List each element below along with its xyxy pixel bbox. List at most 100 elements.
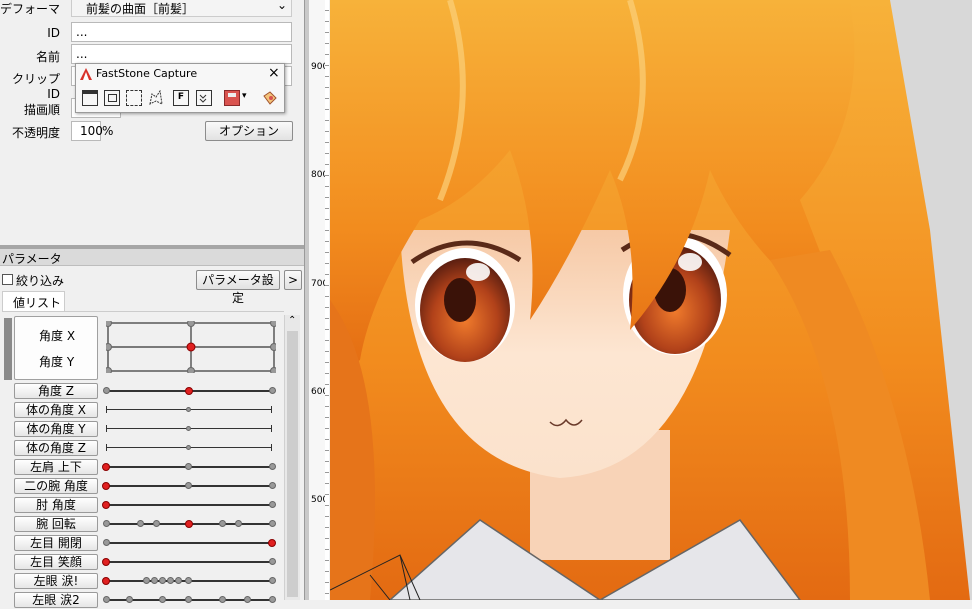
param-row-left-eye-tear1[interactable]: 左眼 涙! — [14, 572, 297, 590]
param-label[interactable]: 左眼 涙2 — [14, 592, 98, 608]
close-icon[interactable]: × — [268, 65, 280, 81]
faststone-title: FastStone Capture — [96, 67, 198, 80]
chevron-down-icon: ⌄ — [276, 0, 287, 12]
capture-region-icon[interactable] — [126, 90, 142, 106]
option-button[interactable]: オプション — [205, 121, 293, 141]
opacity-unit: % — [102, 124, 114, 138]
param-label[interactable]: 左眼 涙! — [14, 573, 98, 589]
active-key-dot[interactable] — [102, 558, 110, 566]
angle-xy-box: 角度 X 角度 Y — [14, 316, 98, 380]
param-label[interactable]: 角度 Z — [14, 383, 98, 399]
param-label[interactable]: 体の角度 X — [14, 402, 98, 418]
active-key-dot[interactable] — [102, 463, 110, 471]
key-dot[interactable] — [269, 577, 276, 584]
param-row-left-eye-tear2[interactable]: 左眼 涙2 — [14, 591, 297, 609]
param-row-body-angle-y[interactable]: 体の角度 Y — [14, 420, 297, 438]
key-dot[interactable] — [269, 520, 276, 527]
key-dot[interactable] — [103, 520, 110, 527]
param-row-upper-arm[interactable]: 二の腕 角度 — [14, 477, 297, 495]
deformer-label: デフォーマ — [0, 2, 61, 16]
character-illustration — [330, 0, 972, 600]
deformer-select[interactable]: 前髪の曲面［前髪］ ⌄ — [71, 0, 292, 17]
param-label[interactable]: 体の角度 Z — [14, 440, 98, 456]
id-field[interactable]: ... — [71, 22, 292, 42]
capture-freehand-icon[interactable] — [148, 89, 164, 106]
active-key-dot[interactable] — [102, 482, 110, 490]
key-dot[interactable] — [175, 577, 182, 584]
clip-id-label: クリップID — [11, 72, 60, 101]
key-dot[interactable] — [185, 482, 192, 489]
chevron-down-icon[interactable]: ▾ — [242, 91, 247, 101]
key-dot[interactable] — [186, 445, 191, 450]
key-dot[interactable] — [269, 501, 276, 508]
param-row-left-eye-open[interactable]: 左目 開閉 — [14, 534, 297, 552]
opacity-field[interactable]: 100 — [71, 121, 103, 141]
capture-scrolling-icon[interactable] — [196, 90, 212, 106]
name-field[interactable]: ... — [71, 44, 292, 64]
key-dot[interactable] — [185, 463, 192, 470]
param-label[interactable]: 左目 笑顔 — [14, 554, 98, 570]
param-label[interactable]: 左目 開閉 — [14, 535, 98, 551]
tab-value-list[interactable]: 値リスト — [2, 291, 65, 311]
capture-fullscreen-icon[interactable]: F — [173, 90, 189, 106]
key-dot[interactable] — [235, 520, 242, 527]
parameter-panel-header: パラメータ — [0, 249, 304, 266]
param-label[interactable]: 肘 角度 — [14, 497, 98, 513]
angle-y-label: 角度 Y — [39, 355, 75, 369]
key-dot[interactable] — [269, 558, 276, 565]
scroll-up-icon[interactable]: ⌃ — [288, 315, 296, 326]
param-row-body-angle-z[interactable]: 体の角度 Z — [14, 439, 297, 457]
key-dot[interactable] — [137, 520, 144, 527]
deformer-value: 前髪の曲面［前髪］ — [86, 2, 195, 16]
angle-xy-grid[interactable] — [106, 321, 276, 373]
capture-object-icon[interactable] — [104, 90, 120, 106]
scroll-thumb[interactable] — [287, 331, 298, 597]
key-dot[interactable] — [185, 577, 192, 584]
vertical-ruler: 900 800 700 600 500 — [309, 0, 329, 600]
parameter-settings-button[interactable]: パラメータ設定 — [196, 270, 280, 305]
param-label[interactable]: 二の腕 角度 — [14, 478, 98, 494]
active-key-dot[interactable] — [102, 577, 110, 585]
active-key-dot[interactable] — [102, 501, 110, 509]
opacity-label: 不透明度 — [11, 126, 60, 140]
key-dot[interactable] — [219, 520, 226, 527]
key-dot[interactable] — [143, 577, 150, 584]
save-output-icon[interactable] — [224, 90, 240, 106]
active-key-dot[interactable] — [268, 539, 276, 547]
param-row-arm-rotation[interactable]: 腕 回転 — [14, 515, 297, 533]
editor-icon[interactable] — [262, 90, 278, 106]
key-dot[interactable] — [186, 407, 191, 412]
key-dot[interactable] — [103, 539, 110, 546]
active-key-dot[interactable] — [185, 387, 193, 395]
key-dot[interactable] — [269, 387, 276, 394]
filter-label: 絞り込み — [16, 274, 65, 288]
canvas-viewport[interactable] — [330, 0, 972, 600]
active-key-dot[interactable] — [185, 520, 193, 528]
property-panel: デフォーマ 前髪の曲面［前髪］ ⌄ ID ... 名前 ... クリップID 描… — [0, 0, 304, 245]
param-row-elbow[interactable]: 肘 角度 — [14, 496, 297, 514]
filter-checkbox[interactable] — [2, 274, 13, 285]
key-dot[interactable] — [167, 577, 174, 584]
key-dot[interactable] — [103, 387, 110, 394]
capture-window-icon[interactable] — [82, 90, 98, 106]
key-dot[interactable] — [153, 520, 160, 527]
parameter-panel-title: パラメータ — [2, 252, 62, 266]
name-label: 名前 — [35, 50, 60, 64]
param-row-angle-z[interactable]: 角度 Z — [14, 382, 297, 400]
parameter-scrollbar[interactable]: ⌃ — [284, 315, 300, 600]
key-dot[interactable] — [269, 482, 276, 489]
key-dot[interactable] — [151, 577, 158, 584]
param-label[interactable]: 腕 回転 — [14, 516, 98, 532]
param-row-left-eye-smile[interactable]: 左目 笑顔 — [14, 553, 297, 571]
param-row-left-shoulder[interactable]: 左肩 上下 — [14, 458, 297, 476]
param-label[interactable]: 左肩 上下 — [14, 459, 98, 475]
faststone-capture-window: FastStone Capture × F ▾ — [75, 63, 285, 113]
key-dot[interactable] — [159, 577, 166, 584]
key-dot[interactable] — [186, 426, 191, 431]
param-label[interactable]: 体の角度 Y — [14, 421, 98, 437]
key-dot[interactable] — [269, 463, 276, 470]
param-row-body-angle-x[interactable]: 体の角度 X — [14, 401, 297, 419]
more-button[interactable]: > — [284, 270, 302, 290]
tab-value-list-label: 値リスト — [13, 296, 62, 310]
draw-order-label: 描画順 — [23, 103, 60, 117]
